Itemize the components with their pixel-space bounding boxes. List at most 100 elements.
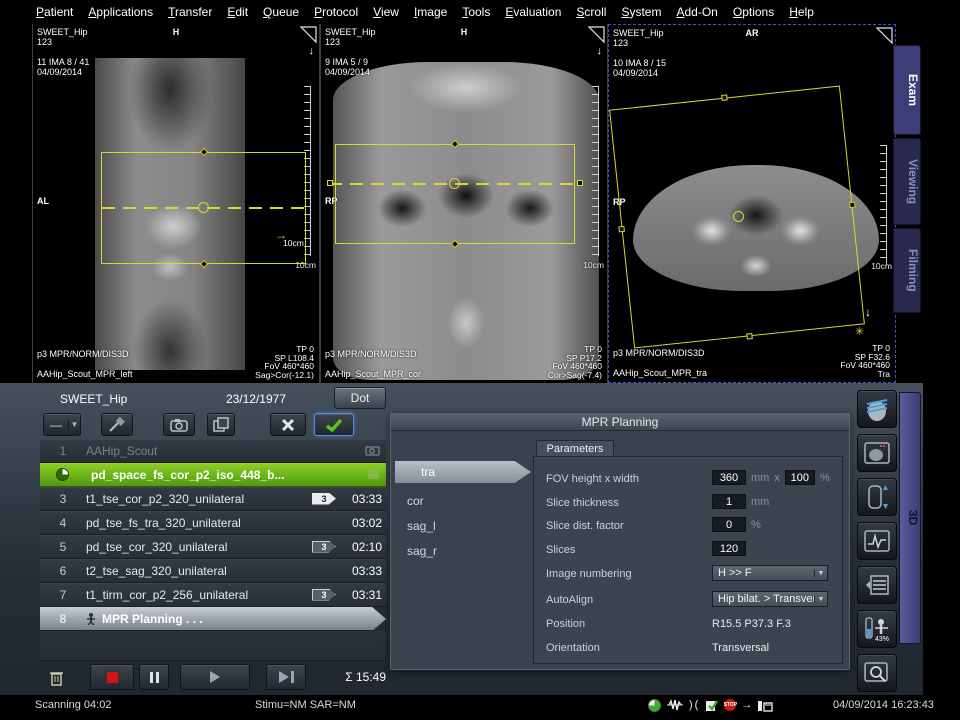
autoalign-dropdown[interactable]: Hip bilat. > Transvers▼ (712, 591, 828, 607)
tab-filming[interactable]: Filming (893, 228, 921, 313)
copy-to-film-button[interactable] (163, 413, 195, 436)
protocol-page-button[interactable] (857, 566, 897, 604)
search-icon (864, 661, 890, 685)
thickness-label: Slice thickness (546, 497, 619, 509)
mpr-3d-button[interactable] (857, 390, 897, 428)
coil-connect-icon[interactable]: )( (689, 699, 700, 711)
apply-step-button[interactable] (314, 413, 354, 436)
menu-queue[interactable]: Queue (263, 5, 299, 19)
physio-graph-button[interactable] (857, 522, 897, 560)
pane3-footer-overlay: p3 MPR/NORM/DIS3D AAHip_Scout_MPR_tra (613, 348, 707, 378)
tab-parameters[interactable]: Parameters (536, 440, 614, 457)
fov-height-input[interactable] (712, 470, 746, 485)
menu-edit[interactable]: Edit (227, 5, 248, 19)
chevron-down-icon[interactable]: ▼ (814, 596, 827, 603)
scroll-down-icon[interactable]: ↓ (597, 45, 603, 57)
menu-transfer[interactable]: Transfer (168, 5, 212, 19)
menu-applications[interactable]: Applications (88, 5, 153, 19)
waveform-icon[interactable] (666, 698, 684, 712)
tab-exam[interactable]: Exam (893, 45, 921, 135)
roi-handle-left[interactable] (327, 180, 333, 186)
corner-fold-icon[interactable] (876, 27, 893, 44)
image-pane-sagittal[interactable]: SWEET_Hip 123 11 IMA 8 / 41 04/09/2014 H… (32, 24, 320, 383)
adjust-range-button[interactable] (857, 478, 897, 516)
menu-view[interactable]: View (373, 5, 399, 19)
menu-protocol[interactable]: Protocol (314, 5, 358, 19)
chevron-down-icon[interactable]: ▼ (814, 570, 827, 577)
menu-system[interactable]: System (621, 5, 661, 19)
transfer-stop-icon[interactable]: STOP (724, 699, 736, 711)
protocol-row[interactable]: 3 t1_tse_cor_p2_320_unilateral 3 03:33 (40, 487, 386, 511)
mpr-nav-sag-l[interactable]: sag_l (407, 519, 436, 533)
protocol-row[interactable]: 5 pd_tse_cor_320_unilateral 3 02:10 (40, 535, 386, 559)
delete-button[interactable] (43, 664, 69, 690)
copy-series-button[interactable] (207, 413, 235, 436)
cancel-step-button[interactable] (270, 413, 306, 436)
skip-button[interactable] (266, 664, 306, 690)
tab-viewing[interactable]: Viewing (893, 138, 921, 225)
image-pane-transversal[interactable]: SWEET_Hip 123 10 IMA 8 / 15 04/09/2014 A… (608, 24, 896, 383)
image-viewport: SWEET_Hip 123 11 IMA 8 / 41 04/09/2014 H… (0, 24, 960, 383)
row-number: 5 (40, 540, 86, 554)
menu-help[interactable]: Help (789, 5, 814, 19)
pause-button[interactable] (139, 664, 169, 690)
menu-addon[interactable]: Add-On (676, 5, 717, 19)
tab-3d[interactable]: 3D (899, 392, 921, 644)
thickness-input[interactable] (712, 494, 746, 509)
menu-options[interactable]: Options (733, 5, 774, 19)
roi-handle-center[interactable] (449, 178, 460, 189)
slab-roi-coronal[interactable] (335, 144, 575, 244)
mpr-nav-sag-r[interactable]: sag_r (407, 544, 437, 558)
play-button[interactable] (180, 664, 250, 690)
menu-image[interactable]: Image (414, 5, 447, 19)
menu-tools[interactable]: Tools (462, 5, 490, 19)
dist-factor-input[interactable] (712, 517, 746, 532)
layout-combo-button[interactable]: —▼ (43, 413, 81, 436)
corner-fold-icon[interactable] (300, 26, 317, 43)
roi-handle-right[interactable] (577, 180, 583, 186)
trash-icon (49, 669, 64, 686)
mpr-nav-cor[interactable]: cor (407, 494, 424, 508)
protocol-row-selected[interactable]: 8 MPR Planning . . . (40, 607, 386, 631)
pane3-orientation-top: AR (609, 28, 895, 38)
menu-evaluation[interactable]: Evaluation (505, 5, 561, 19)
protocol-row[interactable]: 1 AAHip_Scout (40, 439, 386, 463)
protocol-row[interactable]: 6 t2_tse_sag_320_unilateral 03:33 (40, 559, 386, 583)
dot-button[interactable]: Dot (334, 387, 386, 409)
roi-handle-top[interactable] (721, 94, 728, 101)
rotation-handle-icon[interactable]: ✳ (855, 325, 864, 338)
roi-handle-bottom[interactable] (746, 333, 753, 340)
numbering-dropdown[interactable]: H >> F▼ (712, 565, 828, 581)
roi-handle-center[interactable] (198, 202, 209, 213)
protocol-row[interactable]: 4 pd_tse_fs_tra_320_unilateral 03:02 (40, 511, 386, 535)
corner-fold-icon[interactable] (588, 26, 605, 43)
protocol-row[interactable]: 7 t1_tirm_cor_p2_256_unilateral 3 03:31 (40, 583, 386, 607)
mpr-nav-tra[interactable]: tra (395, 461, 531, 483)
protocol-row-running[interactable]: pd_space_fs_cor_p2_iso_448_b... (40, 463, 386, 487)
fov-width-input[interactable] (785, 470, 815, 485)
inline-display-button[interactable] (857, 434, 897, 472)
menu-scroll[interactable]: Scroll (576, 5, 606, 19)
image-pane-coronal[interactable]: SWEET_Hip 123 9 IMA 5 / 9 04/09/2014 H R… (320, 24, 608, 383)
disk-usage-icon[interactable] (648, 699, 661, 712)
sar-dose-button[interactable]: 43% (857, 610, 897, 648)
contrast-injection-button[interactable] (101, 413, 133, 436)
patient-dob: 23/12/1977 (226, 392, 286, 406)
autoalign-person-icon (86, 612, 97, 625)
transfer-ok-icon[interactable] (705, 699, 719, 712)
dialog-title[interactable]: MPR Planning (391, 414, 849, 431)
image-search-button[interactable] (857, 654, 897, 692)
menu-patient[interactable]: Patient (36, 5, 73, 19)
roi-handle-center[interactable] (733, 211, 744, 222)
stop-button[interactable] (90, 664, 134, 690)
scan-time: 02:10 (344, 540, 386, 554)
roi-handle-right[interactable] (849, 202, 856, 209)
slices-input[interactable] (712, 541, 746, 556)
protocol-name: pd_tse_fs_tra_320_unilateral (86, 516, 344, 530)
protocol-list-icon (864, 574, 890, 596)
slice-group-badge: 3 (312, 589, 336, 601)
roi-handle-left[interactable] (618, 226, 625, 233)
archive-device-icon[interactable] (757, 699, 773, 712)
scroll-down-icon[interactable]: ↓ (309, 45, 315, 57)
chevron-down-icon[interactable]: ▼ (68, 420, 80, 429)
